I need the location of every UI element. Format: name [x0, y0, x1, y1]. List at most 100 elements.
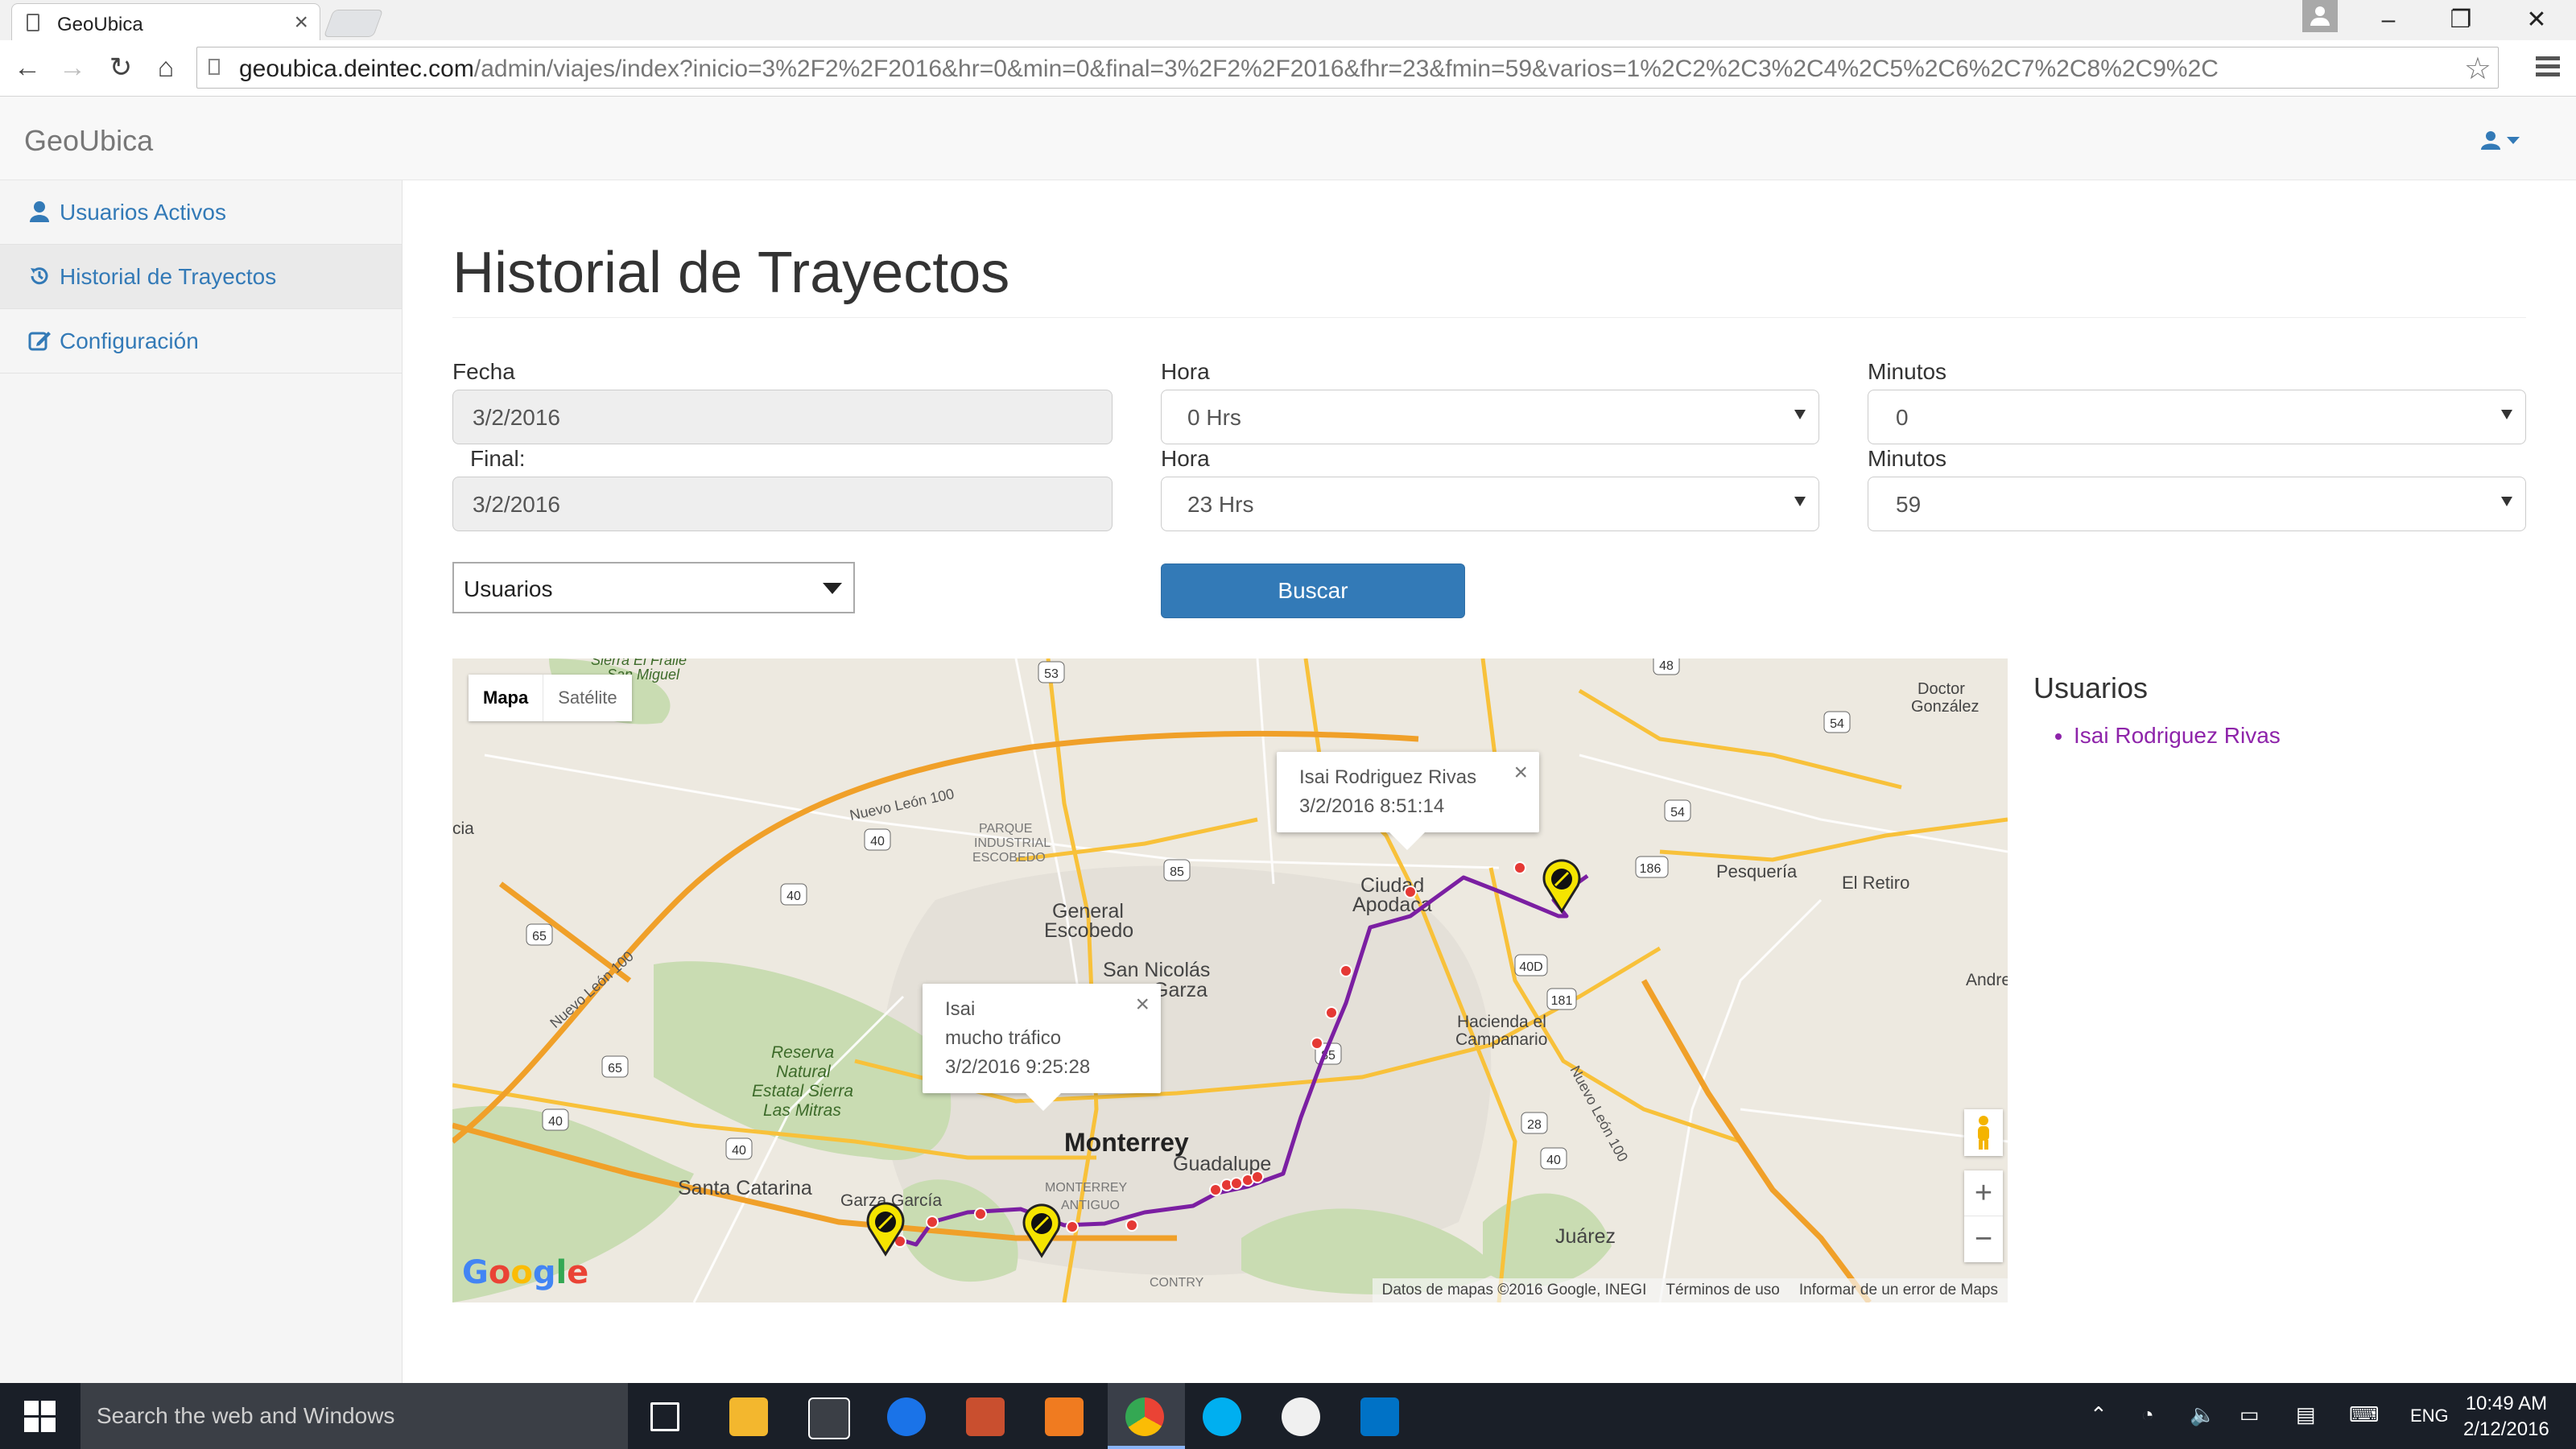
task-view-icon[interactable] — [650, 1402, 679, 1431]
minutos-label: Minutos — [1868, 359, 1947, 384]
store-icon[interactable] — [808, 1397, 850, 1439]
browser-toolbar: ← → ↻ ⌂ geoubica.deintec.com/admin/viaje… — [0, 40, 2576, 97]
select-value: 59 — [1896, 492, 1922, 517]
select-value: 0 Hrs — [1187, 405, 1241, 430]
svg-text:Nuevo León 100: Nuevo León 100 — [547, 948, 637, 1031]
app-icon[interactable] — [966, 1397, 1005, 1436]
map[interactable]: Monterrey San Nicolás Garza General Esco… — [452, 658, 2008, 1302]
tab-title: GeoUbica — [57, 14, 143, 35]
dropdown-arrow-icon — [1794, 497, 1806, 506]
svg-text:53: 53 — [1044, 667, 1059, 681]
edge-browser-icon[interactable] — [887, 1397, 926, 1436]
svg-text:54: 54 — [1830, 717, 1844, 731]
buscar-button[interactable]: Buscar — [1161, 564, 1465, 618]
brand[interactable]: GeoUbica — [24, 124, 153, 158]
zoom-in-button[interactable]: + — [1964, 1170, 2003, 1216]
users-list: Isai Rodriguez Rivas — [2074, 723, 2281, 749]
close-icon[interactable]: × — [1513, 758, 1528, 787]
window-close-icon[interactable]: ✕ — [2500, 0, 2573, 40]
svg-text:181: 181 — [1551, 994, 1573, 1008]
windows-start-icon[interactable] — [24, 1401, 56, 1433]
sidebar-item-label: Usuarios Activos — [60, 200, 226, 225]
taskbar-search-input[interactable]: Search the web and Windows — [80, 1383, 628, 1449]
map-type-mapa[interactable]: Mapa — [469, 675, 543, 721]
report-error-link[interactable]: Informar de un error de Maps — [1790, 1278, 2008, 1302]
close-icon[interactable]: × — [1135, 990, 1150, 1019]
chrome-icon[interactable] — [1125, 1397, 1164, 1436]
sidebar-item-label: Configuración — [60, 328, 199, 353]
browser-tab[interactable]: GeoUbica × — [11, 3, 320, 40]
fecha-inicio-field[interactable]: 3/2/2016 — [452, 390, 1113, 444]
svg-text:MONTERREY: MONTERREY — [1045, 1181, 1128, 1195]
keyboard-icon[interactable]: ⌨ — [2349, 1402, 2380, 1427]
svg-text:Natural: Natural — [776, 1063, 832, 1081]
back-icon[interactable]: ← — [11, 52, 43, 84]
hora-label: Hora — [1161, 359, 1210, 384]
itunes-icon[interactable] — [1282, 1397, 1320, 1436]
browser-menu-icon[interactable] — [2536, 56, 2560, 80]
svg-text:Juárez: Juárez — [1555, 1225, 1616, 1248]
sidebar-item-configuracion[interactable]: Configuración — [0, 309, 402, 374]
file-explorer-icon[interactable] — [729, 1397, 768, 1436]
info-line: Isai — [945, 998, 976, 1020]
reload-icon[interactable]: ↻ — [105, 52, 137, 84]
wifi-icon[interactable]: ◔ — [2141, 1402, 2154, 1427]
svg-text:INDUSTRIAL: INDUSTRIAL — [974, 836, 1051, 850]
restore-icon[interactable]: ❐ — [2425, 0, 2497, 40]
sidebar-item-historial[interactable]: Historial de Trayectos — [0, 245, 402, 309]
sidebar-item-usuarios-activos[interactable]: Usuarios Activos — [0, 180, 402, 245]
select-value: 0 — [1896, 405, 1909, 430]
bookmark-star-icon[interactable]: ☆ — [2464, 51, 2491, 87]
chevron-up-icon[interactable]: ⌃ — [2090, 1402, 2107, 1427]
svg-text:ESCOBEDO: ESCOBEDO — [972, 851, 1046, 865]
list-item[interactable]: Isai Rodriguez Rivas — [2074, 723, 2281, 749]
address-bar[interactable]: geoubica.deintec.com/admin/viajes/index?… — [196, 47, 2499, 89]
outlook-icon[interactable] — [1360, 1397, 1399, 1436]
tab-close-icon[interactable]: × — [294, 10, 308, 35]
hora-inicio-select[interactable]: 0 Hrs — [1161, 390, 1819, 444]
map-attribution: Datos de mapas ©2016 Google, INEGI Términ… — [1372, 1278, 2008, 1302]
profile-icon[interactable] — [2302, 0, 2338, 32]
terms-link[interactable]: Términos de uso — [1656, 1278, 1790, 1302]
svg-text:Garza: Garza — [1153, 979, 1208, 1001]
clock-date: 2/12/2016 — [2463, 1418, 2549, 1440]
info-line: Isai Rodriguez Rivas — [1299, 766, 1477, 788]
select-value: 23 Hrs — [1187, 492, 1254, 517]
skype-icon[interactable] — [1203, 1397, 1241, 1436]
hora-final-select[interactable]: 23 Hrs — [1161, 477, 1819, 531]
minutos-inicio-select[interactable]: 0 — [1868, 390, 2526, 444]
svg-text:Reserva: Reserva — [771, 1043, 834, 1062]
user-menu[interactable] — [2481, 126, 2520, 153]
google-logo[interactable]: Google — [462, 1254, 588, 1291]
forward-icon[interactable]: → — [56, 52, 89, 84]
language-indicator[interactable]: ENG — [2410, 1406, 2449, 1426]
svg-text:cia: cia — [452, 819, 474, 838]
history-icon — [31, 267, 48, 285]
map-canvas[interactable]: Monterrey San Nicolás Garza General Esco… — [452, 658, 2008, 1302]
app-icon[interactable] — [1045, 1397, 1084, 1436]
app-navbar: GeoUbica — [0, 97, 2576, 180]
battery-icon[interactable]: ▭ — [2240, 1402, 2260, 1427]
map-type-satellite[interactable]: Satélite — [543, 675, 631, 721]
browser-tabstrip: GeoUbica × – ❐ ✕ — [0, 0, 2576, 40]
map-marker-pin[interactable] — [1542, 859, 1581, 914]
svg-text:CONTRY: CONTRY — [1150, 1276, 1204, 1290]
user-icon — [30, 201, 49, 222]
minutos-label: Minutos — [1868, 446, 1947, 471]
sidebar: Usuarios Activos Historial de Trayectos … — [0, 180, 402, 1383]
fecha-label: Fecha — [452, 359, 515, 384]
fecha-final-field[interactable]: 3/2/2016 — [452, 477, 1113, 531]
minimize-icon[interactable]: – — [2352, 0, 2425, 40]
caret-down-icon — [2507, 136, 2520, 144]
minutos-final-select[interactable]: 59 — [1868, 477, 2526, 531]
attribution-data: Datos de mapas ©2016 Google, INEGI — [1381, 1282, 1647, 1298]
new-tab-button[interactable] — [323, 10, 384, 37]
home-icon[interactable]: ⌂ — [150, 52, 182, 84]
zoom-out-button[interactable]: − — [1964, 1216, 2003, 1261]
street-view-pegman-icon[interactable] — [1964, 1109, 2003, 1156]
taskbar-clock[interactable]: 10:49 AM 2/12/2016 — [2463, 1391, 2549, 1443]
svg-text:65: 65 — [608, 1062, 622, 1075]
volume-icon[interactable]: 🔈 — [2190, 1402, 2215, 1427]
usuarios-select[interactable]: Usuarios — [452, 562, 855, 613]
notifications-icon[interactable]: ▤ — [2296, 1402, 2316, 1427]
